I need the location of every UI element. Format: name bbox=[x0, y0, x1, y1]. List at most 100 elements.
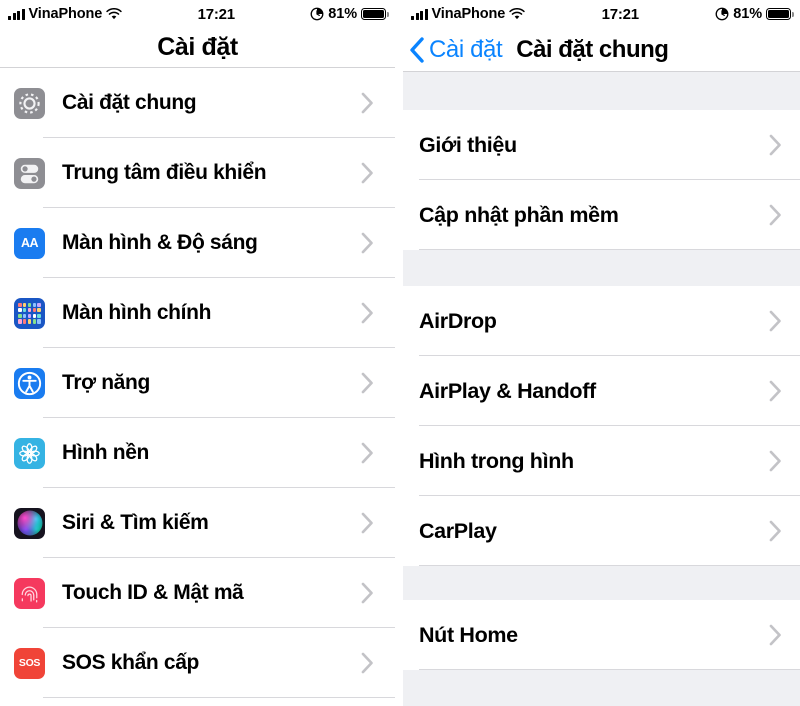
fingerprint-glyph bbox=[21, 585, 38, 602]
panel-divider bbox=[395, 0, 403, 706]
nav-bar-left: Cài đặt bbox=[0, 28, 395, 68]
battery-percent-label: 81% bbox=[733, 6, 762, 22]
battery-icon bbox=[766, 7, 794, 21]
settings-row-label: Touch ID & Mật mã bbox=[62, 581, 244, 604]
settings-row[interactable]: Cài đặt chung bbox=[0, 68, 395, 138]
section-gap bbox=[403, 72, 800, 110]
carrier-label: VinaPhone bbox=[431, 6, 506, 22]
status-bar-left-group: VinaPhone bbox=[411, 6, 525, 22]
chevron-right-icon bbox=[361, 302, 373, 324]
general-row[interactable]: Nút Home bbox=[403, 600, 800, 670]
battery-icon bbox=[361, 7, 389, 21]
clock-label: 17:21 bbox=[197, 5, 236, 23]
general-row-label: AirPlay & Handoff bbox=[419, 378, 596, 403]
general-row-label: Hình trong hình bbox=[419, 448, 574, 473]
general-row[interactable]: Hình trong hình bbox=[403, 426, 800, 496]
general-settings-list: Giới thiệu Cập nhật phần mềm AirDrop AirPla… bbox=[403, 72, 800, 706]
chevron-right-icon bbox=[769, 204, 781, 226]
chevron-right-icon bbox=[769, 520, 781, 542]
settings-row-label: Trợ năng bbox=[62, 371, 150, 394]
control-center-icon bbox=[14, 157, 45, 189]
chevron-right-icon bbox=[361, 512, 373, 534]
general-row[interactable]: CarPlay bbox=[403, 496, 800, 566]
back-button-label: Cài đặt bbox=[429, 35, 503, 63]
accessibility-icon bbox=[14, 367, 45, 399]
general-row-label: Giới thiệu bbox=[419, 132, 517, 157]
chevron-left-icon bbox=[410, 36, 424, 63]
general-row[interactable]: AirDrop bbox=[403, 286, 800, 356]
settings-row[interactable]: Trợ năng bbox=[0, 348, 395, 418]
home-grid-glyph bbox=[18, 302, 41, 324]
sos-icon-text: SOS bbox=[18, 657, 41, 669]
display-icon: AA bbox=[14, 227, 45, 259]
status-bar-left-group: VinaPhone bbox=[8, 6, 122, 22]
dual-screenshot-container: VinaPhone 17:21 81% Cài đặt Cài đặt chun… bbox=[0, 0, 800, 706]
settings-row[interactable]: Touch ID & Mật mã bbox=[0, 558, 395, 628]
wallpaper-icon bbox=[14, 437, 45, 469]
settings-screen: VinaPhone 17:21 81% Cài đặt Cài đặt chun… bbox=[0, 0, 395, 706]
general-row-label: Nút Home bbox=[419, 622, 518, 647]
settings-row-label: Màn hình & Độ sáng bbox=[62, 231, 258, 254]
battery-percent-label: 81% bbox=[328, 6, 357, 22]
status-bar-right-group: 81% bbox=[715, 6, 794, 22]
section-gap bbox=[403, 566, 800, 600]
section-gap bbox=[403, 670, 800, 706]
chevron-right-icon bbox=[361, 92, 373, 114]
general-settings-screen: VinaPhone 17:21 81% Cài đặt Cài đặt chun… bbox=[403, 0, 800, 706]
chevron-right-icon bbox=[361, 442, 373, 464]
settings-row-label: Siri & Tìm kiếm bbox=[62, 511, 209, 534]
gear-icon bbox=[14, 87, 45, 119]
settings-row-label: Màn hình chính bbox=[62, 301, 212, 324]
page-title: Cài đặt chung bbox=[516, 35, 669, 63]
gear-glyph bbox=[19, 92, 40, 114]
siri-icon bbox=[14, 507, 45, 539]
settings-row-label: Cài đặt chung bbox=[62, 91, 197, 114]
settings-row[interactable]: Hình nền bbox=[0, 418, 395, 488]
chevron-right-icon bbox=[769, 624, 781, 646]
general-row-label: Cập nhật phần mềm bbox=[419, 202, 619, 227]
touch-id-icon bbox=[14, 577, 45, 609]
settings-row[interactable]: Màn hình chính bbox=[0, 278, 395, 348]
chevron-right-icon bbox=[361, 232, 373, 254]
wallpaper-glyph bbox=[19, 442, 40, 464]
back-button[interactable]: Cài đặt bbox=[409, 35, 503, 64]
chevron-right-icon bbox=[769, 380, 781, 402]
status-bar-right-group: 81% bbox=[310, 6, 389, 22]
wifi-icon bbox=[106, 8, 122, 20]
carrier-label: VinaPhone bbox=[28, 6, 103, 22]
chevron-right-icon bbox=[769, 134, 781, 156]
settings-row-label: Trung tâm điều khiển bbox=[62, 161, 267, 184]
settings-row-label: SOS khẩn cấp bbox=[62, 651, 200, 674]
signal-bars-icon bbox=[8, 8, 25, 20]
section-gap bbox=[403, 250, 800, 286]
chevron-right-icon bbox=[361, 372, 373, 394]
settings-row[interactable]: Trung tâm điều khiển bbox=[0, 138, 395, 208]
alarm-clock-icon bbox=[715, 7, 729, 21]
general-row[interactable]: Cập nhật phần mềm bbox=[403, 180, 800, 250]
siri-glyph bbox=[17, 510, 42, 536]
general-row[interactable]: AirPlay & Handoff bbox=[403, 356, 800, 426]
settings-row-label: Hình nền bbox=[62, 441, 150, 464]
status-bar-right: VinaPhone 17:21 81% bbox=[403, 0, 800, 28]
settings-row[interactable]: SOS SOS khẩn cấp bbox=[0, 628, 395, 698]
toggles-glyph bbox=[20, 164, 39, 183]
signal-bars-icon bbox=[411, 8, 428, 20]
general-row[interactable]: Giới thiệu bbox=[403, 110, 800, 180]
general-row-label: AirDrop bbox=[419, 308, 497, 333]
chevron-right-icon bbox=[361, 582, 373, 604]
chevron-right-icon bbox=[361, 162, 373, 184]
page-title: Cài đặt bbox=[157, 33, 238, 61]
accessibility-glyph bbox=[17, 371, 42, 395]
display-icon-text: AA bbox=[20, 236, 39, 250]
alarm-clock-icon bbox=[310, 7, 324, 21]
wifi-icon bbox=[509, 8, 525, 20]
sos-icon: SOS bbox=[14, 647, 45, 679]
chevron-right-icon bbox=[769, 310, 781, 332]
settings-row[interactable]: Siri & Tìm kiếm bbox=[0, 488, 395, 558]
settings-row[interactable]: AA Màn hình & Độ sáng bbox=[0, 208, 395, 278]
settings-list: Cài đặt chung Trung tâm điều khiển AA Màn h… bbox=[0, 68, 395, 698]
chevron-right-icon bbox=[361, 652, 373, 674]
chevron-right-icon bbox=[769, 450, 781, 472]
home-screen-icon bbox=[14, 297, 45, 329]
clock-label: 17:21 bbox=[601, 5, 640, 23]
